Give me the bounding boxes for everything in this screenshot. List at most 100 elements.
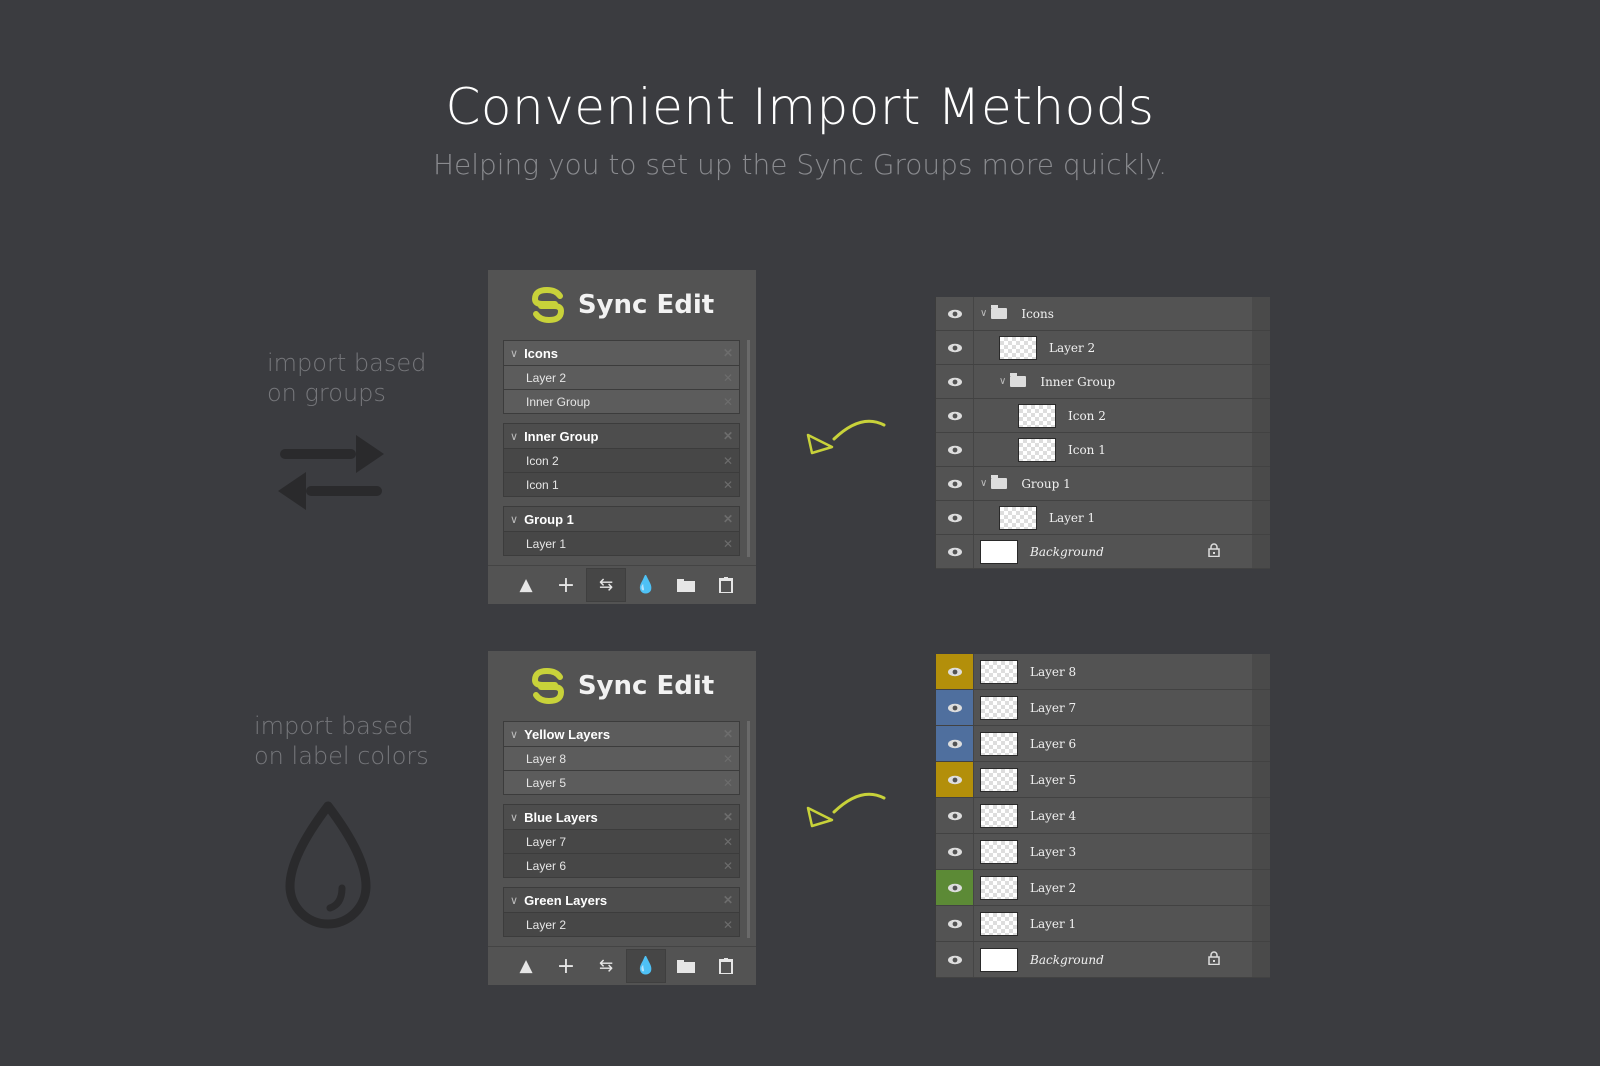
sync-group-item[interactable]: Layer 8 ✕: [504, 747, 739, 771]
sync-group-header[interactable]: ∨ Inner Group ✕: [504, 424, 739, 449]
eye-icon[interactable]: [936, 906, 974, 941]
sync-group-item[interactable]: Layer 2 ✕: [504, 913, 739, 936]
chevron-down-icon[interactable]: ∨: [510, 347, 518, 360]
delete-button[interactable]: [706, 949, 746, 983]
close-icon[interactable]: ✕: [723, 776, 733, 790]
close-icon[interactable]: ✕: [723, 478, 733, 492]
eye-icon[interactable]: [936, 942, 974, 977]
chevron-down-icon[interactable]: ∨: [999, 376, 1006, 387]
layer-thumbnail: [980, 947, 1018, 972]
close-icon[interactable]: ✕: [723, 537, 733, 551]
sync-group-header[interactable]: ∨ Blue Layers ✕: [504, 805, 739, 830]
sync-group-item[interactable]: Layer 2 ✕: [504, 366, 739, 390]
sync-group-header[interactable]: ∨ Green Layers ✕: [504, 888, 739, 913]
folder-icon: [991, 305, 1008, 319]
import-colors-button[interactable]: 💧: [626, 568, 666, 602]
close-icon[interactable]: ✕: [723, 512, 733, 526]
import-groups-button[interactable]: ⇆: [586, 568, 626, 602]
sync-group-item[interactable]: Icon 2 ✕: [504, 449, 739, 473]
sync-group-item[interactable]: Inner Group ✕: [504, 390, 739, 413]
eye-icon[interactable]: [936, 365, 974, 398]
layer-row[interactable]: Background: [936, 942, 1270, 978]
eye-icon[interactable]: [936, 690, 974, 725]
scrollbar[interactable]: [747, 721, 750, 938]
eye-icon[interactable]: [936, 798, 974, 833]
import-colors-button[interactable]: 💧: [626, 949, 666, 983]
item-label: Layer 2: [526, 370, 567, 385]
chevron-down-icon[interactable]: ∨: [980, 308, 987, 319]
layer-row[interactable]: Layer 2: [936, 331, 1270, 365]
eye-icon[interactable]: [936, 297, 974, 330]
folder-button[interactable]: [666, 949, 706, 983]
layer-row[interactable]: Layer 6: [936, 726, 1270, 762]
close-icon[interactable]: ✕: [723, 727, 733, 741]
lock-icon[interactable]: [1208, 542, 1220, 561]
folder-button[interactable]: [666, 568, 706, 602]
layer-thumbnail: [980, 731, 1018, 756]
delete-button[interactable]: [706, 568, 746, 602]
eye-icon[interactable]: [936, 654, 974, 689]
move-up-button[interactable]: ▲: [506, 949, 546, 983]
sync-group-item[interactable]: Icon 1 ✕: [504, 473, 739, 496]
layer-group-row[interactable]: ∨ Icons: [936, 297, 1270, 331]
layer-row[interactable]: Layer 3: [936, 834, 1270, 870]
import-groups-button[interactable]: ⇆: [586, 949, 626, 983]
scrollbar[interactable]: [747, 340, 750, 557]
layer-group-row[interactable]: ∨ Inner Group: [936, 365, 1270, 399]
layer-row[interactable]: Layer 8: [936, 654, 1270, 690]
eye-icon[interactable]: [936, 870, 974, 905]
layer-thumbnail: [980, 659, 1018, 684]
item-label: Inner Group: [526, 394, 591, 409]
close-icon[interactable]: ✕: [723, 454, 733, 468]
layer-row[interactable]: Layer 1: [936, 501, 1270, 535]
layer-row[interactable]: Layer 1: [936, 906, 1270, 942]
chevron-down-icon[interactable]: ∨: [510, 430, 518, 443]
sync-group-header[interactable]: ∨ Icons ✕: [504, 341, 739, 366]
eye-icon[interactable]: [936, 762, 974, 797]
eye-icon[interactable]: [936, 501, 974, 534]
layer-row[interactable]: Layer 2: [936, 870, 1270, 906]
close-icon[interactable]: ✕: [723, 346, 733, 360]
eye-icon[interactable]: [936, 535, 974, 568]
layer-row[interactable]: Icon 2: [936, 399, 1270, 433]
close-icon[interactable]: ✕: [723, 893, 733, 907]
eye-icon[interactable]: [936, 433, 974, 466]
sync-group-header[interactable]: ∨ Group 1 ✕: [504, 507, 739, 532]
close-icon[interactable]: ✕: [723, 810, 733, 824]
chevron-down-icon[interactable]: ∨: [510, 894, 518, 907]
eye-icon[interactable]: [936, 726, 974, 761]
add-button[interactable]: +: [546, 949, 586, 983]
eye-icon[interactable]: [936, 399, 974, 432]
layer-row[interactable]: Layer 7: [936, 690, 1270, 726]
eye-icon[interactable]: [936, 467, 974, 500]
chevron-down-icon[interactable]: ∨: [510, 811, 518, 824]
lock-icon[interactable]: [1208, 950, 1220, 969]
layer-group-row[interactable]: ∨ Group 1: [936, 467, 1270, 501]
eye-icon[interactable]: [936, 331, 974, 364]
move-up-button[interactable]: ▲: [506, 568, 546, 602]
layer-row[interactable]: Icon 1: [936, 433, 1270, 467]
layer-row[interactable]: Background: [936, 535, 1270, 569]
panel-toolbar: ▲ + ⇆ 💧: [488, 565, 756, 604]
close-icon[interactable]: ✕: [723, 752, 733, 766]
layer-row[interactable]: Layer 5: [936, 762, 1270, 798]
layer-row[interactable]: Layer 4: [936, 798, 1270, 834]
sync-group-header[interactable]: ∨ Yellow Layers ✕: [504, 722, 739, 747]
sync-edit-panel-colors: Sync Edit ∨ Yellow Layers ✕ Layer 8 ✕ Layer…: [488, 651, 756, 985]
close-icon[interactable]: ✕: [723, 371, 733, 385]
chevron-down-icon[interactable]: ∨: [980, 478, 987, 489]
sync-group-item[interactable]: Layer 7 ✕: [504, 830, 739, 854]
sync-group-item[interactable]: Layer 1 ✕: [504, 532, 739, 555]
close-icon[interactable]: ✕: [723, 835, 733, 849]
close-icon[interactable]: ✕: [723, 395, 733, 409]
sync-group-item[interactable]: Layer 5 ✕: [504, 771, 739, 794]
swap-arrows-icon: [278, 435, 384, 510]
close-icon[interactable]: ✕: [723, 429, 733, 443]
sync-group-item[interactable]: Layer 6 ✕: [504, 854, 739, 877]
chevron-down-icon[interactable]: ∨: [510, 513, 518, 526]
eye-icon[interactable]: [936, 834, 974, 869]
close-icon[interactable]: ✕: [723, 918, 733, 932]
close-icon[interactable]: ✕: [723, 859, 733, 873]
add-button[interactable]: +: [546, 568, 586, 602]
chevron-down-icon[interactable]: ∨: [510, 728, 518, 741]
